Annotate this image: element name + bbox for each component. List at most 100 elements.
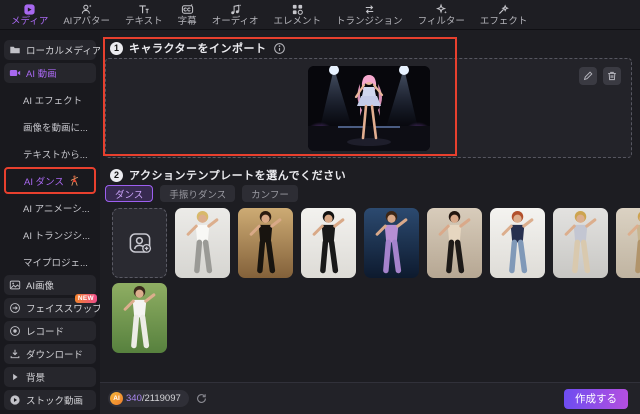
record-icon [9, 325, 21, 337]
sidebar-item-ai-video[interactable]: AI 動画 [4, 63, 96, 83]
category-tab-hand-dance[interactable]: 手振りダンス [160, 185, 236, 202]
category-tab-dance[interactable]: ダンス [105, 185, 154, 202]
template-dance-3[interactable] [301, 208, 356, 278]
template-dance-8[interactable] [616, 208, 640, 278]
caption-icon [181, 3, 194, 16]
sidebar-item-label: AI 動画 [26, 69, 57, 80]
category-tab-kungfu[interactable]: カンフー [242, 185, 298, 202]
sidebar-item-label: 背景 [26, 373, 46, 384]
template-dance-9[interactable] [112, 283, 167, 353]
toolbar-tab-transition[interactable]: トランジション [336, 3, 403, 27]
create-button[interactable]: 作成する [564, 388, 628, 409]
sidebar-item-image-to-video[interactable]: 画像を動画に... [3, 113, 97, 140]
top-toolbar: メディア AIアバター テキスト 字幕 オーディオ エレメント トランジション フィルター エフ… [0, 0, 640, 30]
sidebar: ローカルメディア AI 動画 AI エフェクト 画像を動画に... テキストから... A… [0, 30, 102, 414]
category-tab-label: 手振りダンス [169, 189, 227, 201]
toolbar-tab-label: フィルター [417, 15, 465, 27]
sidebar-item-my-projects[interactable]: マイプロジェ... [3, 248, 97, 275]
faceswap-icon [9, 302, 21, 314]
triangle-right-icon [9, 371, 21, 383]
audio-icon [229, 3, 242, 16]
sidebar-item-ai-image[interactable]: AI画像 [4, 275, 96, 295]
media-icon [23, 3, 36, 16]
character-import-dropzone[interactable] [105, 58, 632, 158]
toolbar-tab-label: メディア [11, 15, 49, 27]
effect-icon [497, 3, 510, 16]
sidebar-item-ai-effect[interactable]: AI エフェクト [3, 86, 97, 113]
text-icon [137, 3, 150, 16]
main-panel: 1 キャラクターをインポート 2 アクションテンプレートを選んでください ダンス… [100, 30, 640, 382]
toolbar-tab-element[interactable]: エレメント [273, 3, 322, 27]
toolbar-tab-audio[interactable]: オーディオ [212, 3, 259, 27]
dancer-emoji [68, 175, 80, 187]
toolbar-tab-label: エフェクト [479, 15, 528, 27]
delete-character-button[interactable] [603, 67, 621, 85]
character-image[interactable] [307, 66, 430, 151]
toolbar-tab-filter[interactable]: フィルター [418, 3, 465, 27]
sidebar-item-label: ダウンロード [26, 350, 84, 361]
sidebar-item-label: AI アニメーシ... [23, 203, 90, 215]
template-dance-1[interactable] [175, 208, 230, 278]
category-tab-label: カンフー [251, 189, 289, 201]
template-dance-5[interactable] [427, 208, 482, 278]
template-dance-2[interactable] [238, 208, 293, 278]
sidebar-item-label: レコード [26, 327, 65, 338]
add-template-button[interactable] [112, 208, 167, 278]
template-grid [112, 208, 640, 358]
credits-used: 340 [126, 393, 142, 404]
sidebar-item-label: テキストから... [23, 149, 88, 161]
toolbar-tab-label: エレメント [273, 15, 322, 27]
import-actions [579, 67, 621, 85]
toolbar-tab-ai-avatar[interactable]: AIアバター [63, 3, 110, 27]
avatar-icon [80, 3, 93, 16]
sidebar-item-ai-transition[interactable]: AI トランジシ... [3, 221, 97, 248]
sidebar-item-label: AI画像 [26, 281, 54, 292]
toolbar-tab-media[interactable]: メディア [11, 3, 48, 27]
new-badge: NEW [74, 294, 97, 303]
template-dance-6[interactable] [490, 208, 545, 278]
sidebar-item-label: AI ダンス [24, 176, 64, 188]
template-dance-7[interactable] [553, 208, 608, 278]
toolbar-tab-label: トランジション [336, 15, 403, 27]
sidebar-item-text-to-video[interactable]: テキストから... [3, 140, 97, 167]
template-category-tabs: ダンス 手振りダンス カンフー [105, 185, 298, 202]
credits-total: /2119097 [141, 393, 181, 404]
step1-number: 1 [110, 41, 123, 55]
toolbar-tab-label: テキスト [124, 15, 163, 27]
info-icon[interactable] [273, 42, 286, 55]
credits-counter: AI 340/2119097 [108, 390, 189, 407]
toolbar-tab-effect[interactable]: エフェクト [479, 3, 528, 27]
download-icon [9, 348, 21, 360]
sidebar-item-ai-dance[interactable]: AI ダンス [4, 167, 96, 194]
sidebar-item-record[interactable]: レコード [4, 321, 96, 341]
step1-header: 1 キャラクターをインポート [110, 40, 286, 56]
template-dance-4[interactable] [364, 208, 419, 278]
step1-title: キャラクターをインポート [129, 43, 267, 55]
edit-character-button[interactable] [579, 67, 597, 85]
sidebar-item-label: 画像を動画に... [23, 122, 88, 134]
play-circle-icon [9, 394, 21, 406]
element-icon [291, 3, 304, 16]
sidebar-item-background[interactable]: 背景 [4, 367, 96, 387]
person-add-icon [128, 231, 152, 255]
sidebar-item-label: ストック動画 [26, 396, 84, 407]
sidebar-item-label: AI エフェクト [23, 95, 83, 107]
bottom-bar: AI 340/2119097 作成する [100, 382, 640, 414]
category-tab-label: ダンス [115, 189, 144, 201]
toolbar-tab-label: 字幕 [177, 15, 197, 27]
sidebar-item-local-media[interactable]: ローカルメディア [4, 40, 101, 60]
sidebar-item-ai-animation[interactable]: AI アニメーシ... [3, 194, 97, 221]
sidebar-item-stock-video[interactable]: ストック動画 [4, 390, 96, 410]
step2-header: 2 アクションテンプレートを選んでください [110, 167, 346, 183]
sidebar-item-face-swap[interactable]: フェイススワップ NEW [4, 294, 102, 318]
step2-title: アクションテンプレートを選んでください [129, 170, 347, 182]
toolbar-tab-text[interactable]: テキスト [125, 3, 163, 27]
refresh-icon[interactable] [195, 392, 208, 405]
toolbar-tab-label: オーディオ [211, 15, 259, 27]
sidebar-item-label: マイプロジェ... [23, 257, 88, 269]
toolbar-tab-subtitle[interactable]: 字幕 [178, 3, 197, 27]
sidebar-item-download[interactable]: ダウンロード [4, 344, 96, 364]
sidebar-item-label: フェイススワップ [26, 304, 102, 315]
sidebar-item-label: ローカルメディア [26, 46, 102, 57]
transition-icon [363, 3, 376, 16]
